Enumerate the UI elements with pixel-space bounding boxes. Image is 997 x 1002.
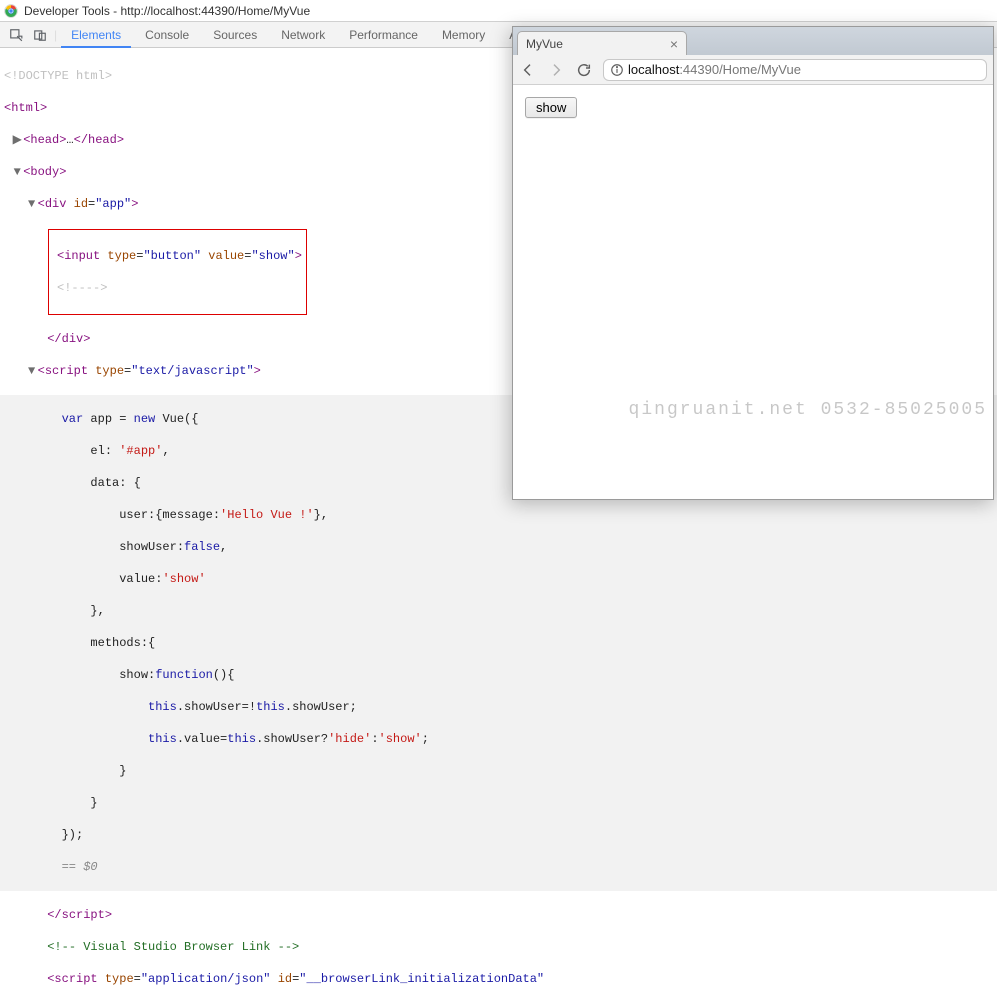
code-line: }, [0, 603, 997, 619]
tab-sources[interactable]: Sources [203, 22, 267, 48]
tab-console[interactable]: Console [135, 22, 199, 48]
code-line[interactable]: </script> [0, 907, 997, 923]
device-toggle-icon[interactable] [30, 25, 50, 45]
code-line: methods:{ [0, 635, 997, 651]
chrome-icon [4, 4, 18, 18]
tab-network[interactable]: Network [271, 22, 335, 48]
code-line: show:function(){ [0, 667, 997, 683]
tab-memory[interactable]: Memory [432, 22, 495, 48]
inspect-icon[interactable] [6, 25, 26, 45]
devtools-titlebar: Developer Tools - http://localhost:44390… [0, 0, 997, 22]
selection-marker: == $0 [0, 859, 997, 875]
code-line[interactable]: <script type="application/json" id="__br… [0, 971, 997, 987]
reload-icon[interactable] [575, 61, 593, 79]
code-line: } [0, 795, 997, 811]
code-line[interactable]: <!----> [53, 280, 302, 296]
address-url: localhost:44390/Home/MyVue [628, 62, 801, 77]
code-line: value:'show' [0, 571, 997, 587]
code-line: this.showUser=!this.showUser; [0, 699, 997, 715]
devtools-window-title: Developer Tools - http://localhost:44390… [24, 4, 310, 18]
show-button[interactable]: show [525, 97, 577, 118]
tab-performance[interactable]: Performance [339, 22, 428, 48]
close-tab-icon[interactable]: × [670, 36, 678, 52]
info-icon[interactable] [610, 63, 624, 77]
browser-viewport: show [513, 85, 993, 130]
browser-tab[interactable]: MyVue × [517, 31, 687, 55]
code-line[interactable]: <input type="button" value="show"> [53, 248, 302, 264]
back-icon[interactable] [519, 61, 537, 79]
browser-window: MyVue × localhost:44390/Home/MyVue show [512, 26, 994, 500]
code-line: } [0, 763, 997, 779]
code-line: showUser:false, [0, 539, 997, 555]
browser-tabbar: MyVue × [513, 27, 993, 55]
browser-tab-title: MyVue [526, 37, 563, 51]
tab-elements[interactable]: Elements [61, 22, 131, 48]
code-line[interactable]: <!-- Visual Studio Browser Link --> [0, 939, 997, 955]
address-input[interactable]: localhost:44390/Home/MyVue [603, 59, 987, 81]
code-line: user:{message:'Hello Vue !'}, [0, 507, 997, 523]
forward-icon[interactable] [547, 61, 565, 79]
browser-address-bar: localhost:44390/Home/MyVue [513, 55, 993, 85]
code-line: this.value=this.showUser?'hide':'show'; [0, 731, 997, 747]
code-line: }); [0, 827, 997, 843]
